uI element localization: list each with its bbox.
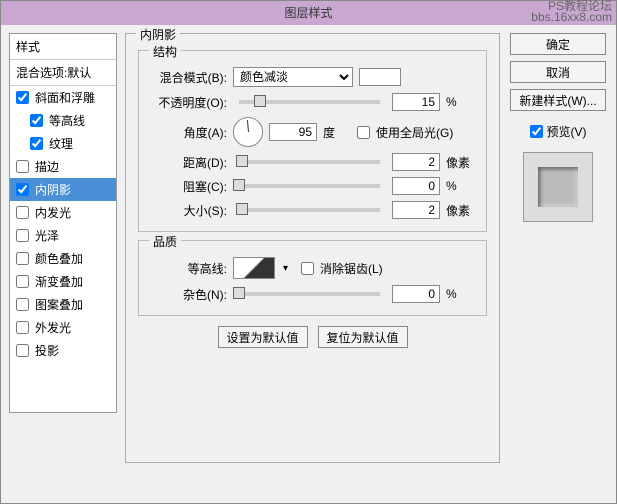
shadow-color-swatch[interactable]	[359, 68, 401, 86]
style-item-label: 内发光	[35, 204, 71, 221]
panel-title: 内阴影	[136, 26, 180, 43]
style-item-checkbox[interactable]	[16, 91, 29, 104]
preview-thumbnail	[523, 152, 593, 222]
quality-group: 品质 等高线: ▾ 消除锯齿(L) 杂色(N): %	[138, 240, 487, 316]
style-item-checkbox[interactable]	[16, 252, 29, 265]
angle-label: 角度(A):	[151, 124, 227, 141]
preview-inner	[538, 167, 578, 207]
new-style-button[interactable]: 新建样式(W)...	[510, 89, 606, 111]
style-item-1[interactable]: 等高线	[10, 109, 116, 132]
style-item-label: 内阴影	[35, 181, 71, 198]
contour-picker[interactable]: ▾	[233, 257, 275, 279]
noise-slider[interactable]	[239, 292, 380, 296]
distance-slider[interactable]	[239, 160, 380, 164]
opacity-slider[interactable]	[239, 100, 380, 104]
preview-label: 预览(V)	[547, 123, 587, 140]
style-item-label: 图案叠加	[35, 296, 83, 313]
titlebar: 图层样式 PS教程论坛 bbs.16xx8.com	[1, 1, 616, 25]
style-item-label: 等高线	[49, 112, 85, 129]
blend-mode-select[interactable]: 颜色减淡	[233, 67, 353, 87]
blend-mode-label: 混合模式(B):	[151, 69, 227, 86]
action-panel: 确定 取消 新建样式(W)... 预览(V)	[508, 33, 608, 495]
style-item-0[interactable]: 斜面和浮雕	[10, 86, 116, 109]
style-item-checkbox[interactable]	[30, 114, 43, 127]
noise-input[interactable]	[392, 285, 440, 303]
style-item-3[interactable]: 描边	[10, 155, 116, 178]
ok-button[interactable]: 确定	[510, 33, 606, 55]
style-item-checkbox[interactable]	[16, 344, 29, 357]
layer-style-dialog: 图层样式 PS教程论坛 bbs.16xx8.com 样式 混合选项:默认 斜面和…	[0, 0, 617, 504]
global-light-label: 使用全局光(G)	[376, 124, 453, 141]
distance-input[interactable]	[392, 153, 440, 171]
distance-label: 距离(D):	[151, 154, 227, 171]
style-item-checkbox[interactable]	[30, 137, 43, 150]
style-item-checkbox[interactable]	[16, 206, 29, 219]
style-item-6[interactable]: 光泽	[10, 224, 116, 247]
style-item-label: 投影	[35, 342, 59, 359]
angle-dial[interactable]	[233, 117, 263, 147]
contour-label: 等高线:	[151, 260, 227, 277]
style-item-checkbox[interactable]	[16, 229, 29, 242]
size-label: 大小(S):	[151, 202, 227, 219]
cancel-button[interactable]: 取消	[510, 61, 606, 83]
style-item-label: 颜色叠加	[35, 250, 83, 267]
reset-default-button[interactable]: 复位为默认值	[318, 326, 408, 348]
style-item-label: 描边	[35, 158, 59, 175]
choke-slider[interactable]	[239, 184, 380, 188]
style-item-8[interactable]: 渐变叠加	[10, 270, 116, 293]
choke-input[interactable]	[392, 177, 440, 195]
anti-alias-checkbox[interactable]	[301, 262, 314, 275]
window-title: 图层样式	[284, 6, 332, 20]
settings-panel: 内阴影 结构 混合模式(B): 颜色减淡 不透明度(O):	[125, 33, 500, 495]
size-slider[interactable]	[239, 208, 380, 212]
style-list-panel: 样式 混合选项:默认 斜面和浮雕等高线纹理描边内阴影内发光光泽颜色叠加渐变叠加图…	[9, 33, 117, 495]
style-list-header[interactable]: 样式	[10, 34, 116, 60]
anti-alias-label: 消除锯齿(L)	[320, 260, 383, 277]
quality-title: 品质	[149, 233, 181, 250]
angle-input[interactable]	[269, 123, 317, 141]
style-item-label: 纹理	[49, 135, 73, 152]
size-input[interactable]	[392, 201, 440, 219]
style-item-checkbox[interactable]	[16, 321, 29, 334]
structure-title: 结构	[149, 43, 181, 60]
choke-label: 阻塞(C):	[151, 178, 227, 195]
preview-checkbox[interactable]	[530, 125, 543, 138]
opacity-label: 不透明度(O):	[151, 94, 227, 111]
blend-options-item[interactable]: 混合选项:默认	[10, 60, 116, 86]
style-item-checkbox[interactable]	[16, 275, 29, 288]
style-item-10[interactable]: 外发光	[10, 316, 116, 339]
style-item-4[interactable]: 内阴影	[10, 178, 116, 201]
watermark: PS教程论坛 bbs.16xx8.com	[531, 1, 612, 23]
structure-group: 结构 混合模式(B): 颜色减淡 不透明度(O): %	[138, 50, 487, 232]
set-default-button[interactable]: 设置为默认值	[218, 326, 308, 348]
style-item-checkbox[interactable]	[16, 298, 29, 311]
style-item-checkbox[interactable]	[16, 183, 29, 196]
style-item-label: 斜面和浮雕	[35, 89, 95, 106]
style-item-7[interactable]: 颜色叠加	[10, 247, 116, 270]
chevron-down-icon[interactable]: ▾	[283, 263, 288, 274]
opacity-input[interactable]	[392, 93, 440, 111]
global-light-checkbox[interactable]	[357, 126, 370, 139]
style-item-11[interactable]: 投影	[10, 339, 116, 362]
style-item-label: 外发光	[35, 319, 71, 336]
noise-label: 杂色(N):	[151, 286, 227, 303]
style-item-label: 渐变叠加	[35, 273, 83, 290]
style-item-checkbox[interactable]	[16, 160, 29, 173]
style-item-2[interactable]: 纹理	[10, 132, 116, 155]
style-item-9[interactable]: 图案叠加	[10, 293, 116, 316]
style-item-5[interactable]: 内发光	[10, 201, 116, 224]
style-item-label: 光泽	[35, 227, 59, 244]
